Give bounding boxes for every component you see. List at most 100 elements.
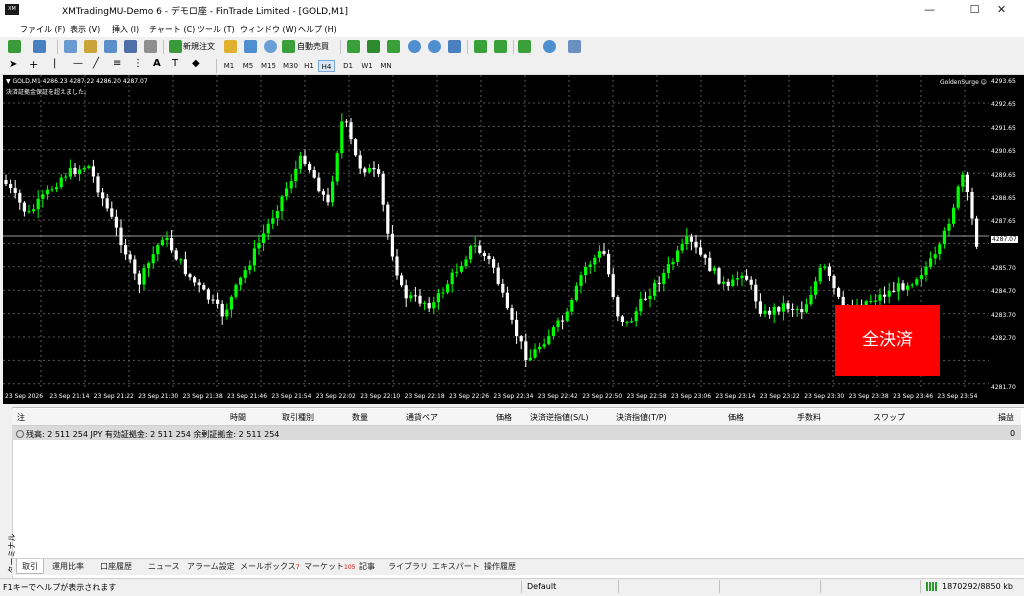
col-stop-loss[interactable]: 決済逆指値(S/L) bbox=[530, 412, 588, 423]
menu-help[interactable]: ヘルプ (H) bbox=[298, 24, 337, 35]
close-button[interactable]: ✕ bbox=[979, 0, 1024, 20]
new-order-button[interactable]: 新規注文 bbox=[183, 41, 215, 52]
navigator-icon[interactable] bbox=[104, 40, 117, 53]
time-tick-label: 23 Sep 21:46 bbox=[227, 393, 268, 400]
tab-mailbox[interactable]: メールボックス7 bbox=[240, 561, 300, 572]
channel-icon[interactable]: ≡ bbox=[113, 58, 121, 69]
col-type[interactable]: 取引種別 bbox=[282, 412, 314, 423]
status-profile[interactable]: Default bbox=[527, 582, 556, 591]
terminal-icon[interactable] bbox=[124, 40, 137, 53]
col-commission[interactable]: 手数料 bbox=[797, 412, 821, 423]
col-volume[interactable]: 数量 bbox=[352, 412, 368, 423]
timeframe-h4[interactable]: H4 bbox=[318, 60, 335, 72]
tab-trade[interactable]: 取引 bbox=[16, 559, 44, 574]
candlestick-icon[interactable] bbox=[367, 40, 380, 53]
candle-body bbox=[294, 168, 298, 182]
new-chart-icon[interactable] bbox=[8, 40, 21, 53]
chart-shift-icon[interactable] bbox=[494, 40, 507, 53]
line-chart-icon[interactable] bbox=[387, 40, 400, 53]
candle-body bbox=[800, 309, 804, 313]
menu-chart[interactable]: チャート (C) bbox=[149, 24, 195, 35]
candle-body bbox=[114, 216, 118, 228]
col-profit[interactable]: 損益 bbox=[998, 412, 1014, 423]
toolbar-separator bbox=[57, 40, 58, 54]
col-time[interactable]: 時間 bbox=[230, 412, 246, 423]
price-tick-label: 4292.65 bbox=[991, 101, 1016, 108]
candle-body bbox=[703, 254, 707, 258]
fibonacci-icon[interactable]: ⋮ bbox=[133, 58, 143, 69]
col-take-profit[interactable]: 決済指値(T/P) bbox=[616, 412, 667, 423]
candle-body bbox=[804, 304, 808, 313]
profiles-icon[interactable] bbox=[33, 40, 46, 53]
candle-body bbox=[639, 298, 643, 312]
timeframe-m15[interactable]: M15 bbox=[258, 60, 279, 72]
trendline-icon[interactable]: ╱ bbox=[93, 58, 99, 69]
tile-windows-icon[interactable] bbox=[448, 40, 461, 53]
col-price[interactable]: 価格 bbox=[496, 412, 512, 423]
tab-library[interactable]: ライブラリ bbox=[388, 561, 428, 572]
candle-body bbox=[680, 244, 684, 251]
close-all-button[interactable]: 全決済 bbox=[835, 305, 940, 376]
vps-icon[interactable] bbox=[264, 40, 277, 53]
bar-chart-icon[interactable] bbox=[347, 40, 360, 53]
tester-icon[interactable] bbox=[144, 40, 157, 53]
terminal-tabbar: 取引 運用比率 口座履歴 ニュース アラーム設定 メールボックス7 マーケット1… bbox=[12, 558, 1024, 575]
auto-trading-button[interactable]: 自動売買 bbox=[297, 41, 329, 52]
community-icon[interactable] bbox=[244, 40, 257, 53]
toolbar-separator bbox=[163, 40, 164, 54]
timeframe-w1[interactable]: W1 bbox=[359, 60, 375, 72]
tab-account-history[interactable]: 口座履歴 bbox=[100, 561, 132, 572]
menu-tools[interactable]: ツール (T) bbox=[197, 24, 235, 35]
col-swap[interactable]: スワップ bbox=[873, 412, 905, 423]
zoom-in-icon[interactable] bbox=[408, 40, 421, 53]
new-order-icon[interactable] bbox=[169, 40, 182, 53]
menu-file[interactable]: ファイル (F) bbox=[20, 24, 65, 35]
col-current-price[interactable]: 価格 bbox=[728, 412, 744, 423]
horizontal-line-icon[interactable]: — bbox=[73, 58, 83, 69]
tab-experts[interactable]: エキスパート bbox=[432, 561, 480, 572]
zoom-out-icon[interactable] bbox=[428, 40, 441, 53]
status-separator bbox=[618, 580, 619, 593]
timeframe-m5[interactable]: M5 bbox=[240, 60, 256, 72]
timeframe-h1[interactable]: H1 bbox=[301, 60, 317, 72]
tab-alerts[interactable]: アラーム設定 bbox=[187, 561, 235, 572]
tab-market[interactable]: マーケット105 bbox=[304, 561, 355, 572]
auto-trading-icon[interactable] bbox=[282, 40, 295, 53]
price-tick-label: 4283.70 bbox=[991, 312, 1016, 319]
vertical-line-icon[interactable]: | bbox=[53, 58, 56, 69]
market-watch-icon[interactable] bbox=[64, 40, 77, 53]
autoscroll-icon[interactable] bbox=[474, 40, 487, 53]
candle-body bbox=[22, 202, 26, 212]
tab-journal[interactable]: 操作履歴 bbox=[484, 561, 516, 572]
timeframe-d1[interactable]: D1 bbox=[340, 60, 356, 72]
shapes-icon[interactable]: ◆ bbox=[192, 58, 200, 69]
metaeditor-icon[interactable] bbox=[224, 40, 237, 53]
tab-news[interactable]: ニュース bbox=[148, 561, 180, 572]
candle-body bbox=[147, 263, 151, 269]
expert-advisor-label[interactable]: GoldenSurge ☺ bbox=[940, 79, 987, 86]
menu-window[interactable]: ウィンドウ (W) bbox=[240, 24, 297, 35]
candle-body bbox=[712, 268, 716, 271]
cursor-icon[interactable]: ➤ bbox=[9, 59, 17, 70]
tab-articles[interactable]: 記事 bbox=[359, 561, 375, 572]
crosshair-icon[interactable]: + bbox=[29, 58, 38, 71]
timeframe-m30[interactable]: M30 bbox=[280, 60, 301, 72]
menu-insert[interactable]: 挿入 (I) bbox=[112, 24, 139, 35]
indicators-icon[interactable] bbox=[518, 40, 531, 53]
col-symbol[interactable]: 通貨ペア bbox=[406, 412, 438, 423]
text-icon[interactable]: A bbox=[153, 58, 161, 69]
templates-icon[interactable] bbox=[568, 40, 581, 53]
data-window-icon[interactable] bbox=[84, 40, 97, 53]
candle-body bbox=[64, 176, 68, 178]
col-order[interactable]: 注 bbox=[17, 412, 25, 423]
timeframe-mn[interactable]: MN bbox=[377, 60, 395, 72]
tab-exposure[interactable]: 運用比率 bbox=[52, 561, 84, 572]
time-tick-label: 23 Sep 23:38 bbox=[848, 393, 889, 400]
text-label-icon[interactable]: T bbox=[172, 58, 178, 69]
minimize-button[interactable]: — bbox=[907, 0, 952, 20]
periods-icon[interactable] bbox=[543, 40, 556, 53]
time-tick-label: 23 Sep 23:06 bbox=[671, 393, 712, 400]
menu-view[interactable]: 表示 (V) bbox=[70, 24, 100, 35]
candle-body bbox=[55, 187, 59, 190]
timeframe-m1[interactable]: M1 bbox=[221, 60, 237, 72]
